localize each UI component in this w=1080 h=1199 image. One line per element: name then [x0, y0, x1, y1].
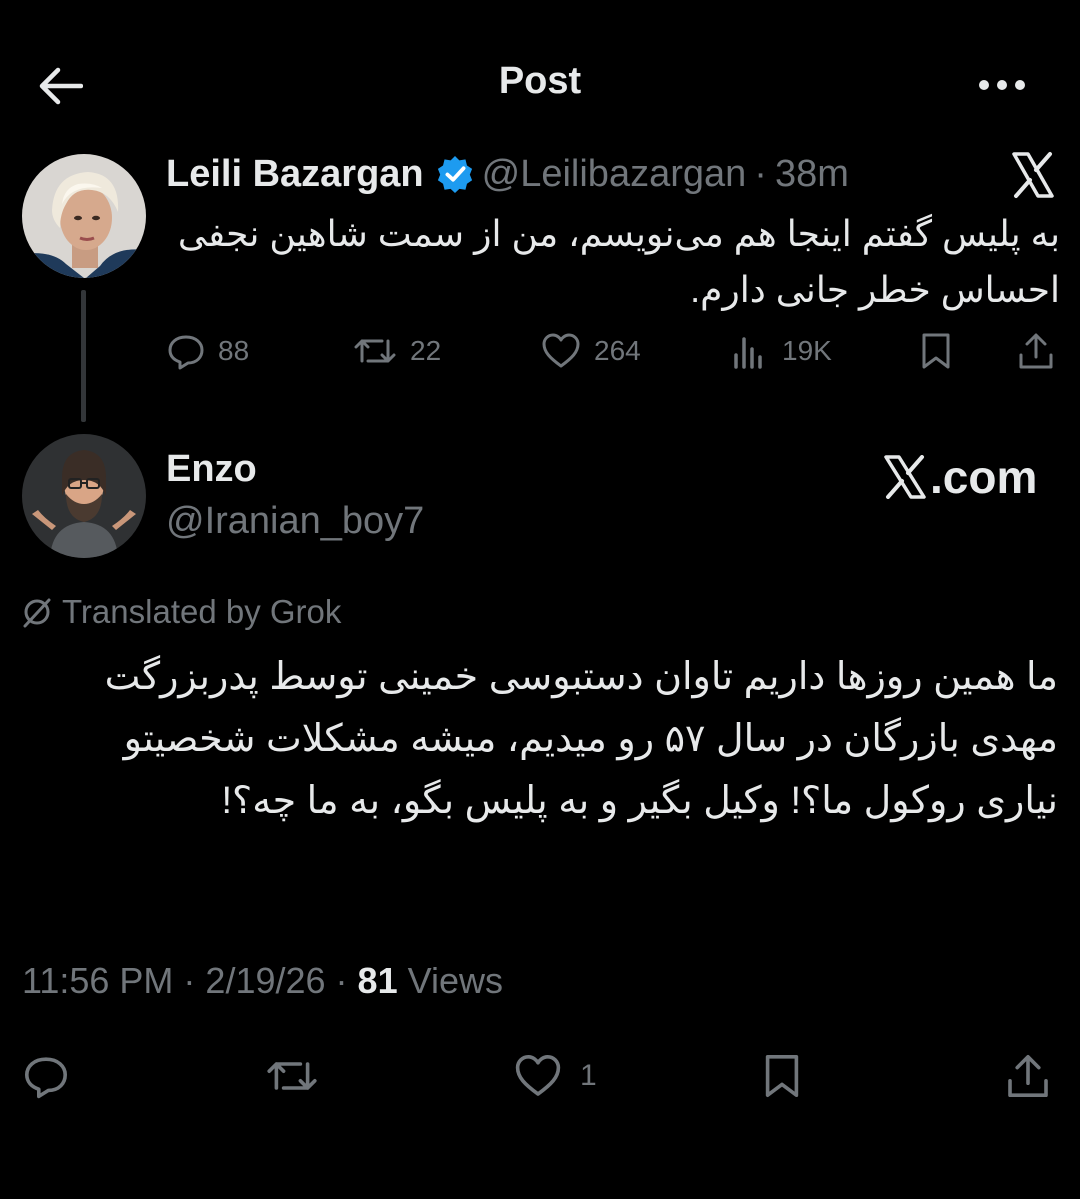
parent-tweet-actions: 88 22 264 19K: [166, 326, 1060, 376]
author-handle[interactable]: @Leilibazargan: [482, 153, 747, 196]
repost-icon: [354, 339, 396, 363]
reply-tweet-actions: 1: [0, 1046, 1080, 1106]
views-button[interactable]: 19K: [730, 326, 832, 376]
verified-badge-icon: [437, 155, 472, 193]
avatar[interactable]: [22, 154, 146, 278]
reply-icon: [25, 1057, 67, 1099]
reply-icon: [168, 335, 204, 370]
share-icon: [1019, 333, 1053, 369]
watermark-text: .com: [930, 451, 1038, 503]
x-logo-icon: [884, 455, 926, 499]
bookmark-icon: [922, 333, 950, 369]
repost-count: 22: [410, 335, 442, 366]
profile-memoji-icon: [22, 434, 146, 558]
page-title: Post: [498, 60, 582, 102]
post-page: Post Leili Bazargan @Leilibazargan · 38m…: [0, 0, 1080, 1199]
parent-tweet-header: Leili Bazargan @Leilibazargan · 38m: [166, 148, 849, 200]
heart-icon: [515, 1055, 561, 1096]
like-button[interactable]: 264: [540, 326, 641, 376]
repost-icon: [267, 1062, 317, 1090]
author-name[interactable]: Enzo: [166, 448, 257, 491]
profile-photo-icon: [22, 154, 146, 278]
share-button[interactable]: [1016, 326, 1056, 376]
parent-tweet-text: به پلیس گفتم اینجا هم می‌نویسم، من از سم…: [177, 213, 1060, 310]
repost-button[interactable]: 22: [352, 326, 441, 376]
more-dots-icon: [979, 80, 1025, 90]
reply-button[interactable]: [22, 1046, 70, 1106]
like-button[interactable]: 1: [512, 1046, 597, 1106]
thread-connector: [81, 290, 86, 422]
x-logo-icon: [1012, 152, 1054, 198]
share-button[interactable]: [1004, 1046, 1052, 1106]
author-handle[interactable]: @Iranian_boy7: [166, 500, 424, 543]
author-name[interactable]: Leili Bazargan: [166, 153, 424, 196]
heart-icon: [542, 333, 580, 368]
x-com-watermark: .com: [882, 450, 1037, 504]
post-date[interactable]: 2/19/26: [205, 960, 325, 1001]
translated-label: Translated by Grok: [62, 593, 342, 630]
views-label: Views: [397, 960, 503, 1001]
reply-count: 88: [218, 335, 250, 366]
bookmark-button[interactable]: [760, 1046, 804, 1106]
like-count: 264: [594, 335, 641, 366]
meta-separator: ·: [173, 960, 206, 1001]
reply-button[interactable]: 88: [166, 326, 249, 376]
more-options-button[interactable]: [970, 60, 1034, 110]
like-count: 1: [580, 1059, 597, 1092]
header: Post: [0, 0, 1080, 170]
share-icon: [1008, 1055, 1048, 1097]
meta-separator: ·: [325, 960, 358, 1001]
bookmark-icon: [765, 1055, 799, 1097]
views-count: 19K: [782, 335, 832, 366]
views-chart-icon: [734, 337, 762, 369]
repost-button[interactable]: [264, 1046, 320, 1106]
bookmark-button[interactable]: [918, 326, 954, 376]
tweet-meta: 11:56 PM · 2/19/26 · 81 Views: [22, 960, 503, 1002]
avatar[interactable]: [22, 434, 146, 558]
timestamp[interactable]: 38m: [775, 153, 849, 196]
translated-by-grok[interactable]: Translated by Grok: [20, 588, 341, 636]
separator-dot: ·: [754, 152, 767, 195]
reply-tweet-text: ما همین روزها داریم تاوان دستبوسی خمینی …: [104, 656, 1058, 822]
views-count: 81: [357, 960, 398, 1001]
post-time[interactable]: 11:56 PM: [22, 960, 173, 1001]
grok-icon: [23, 598, 51, 628]
